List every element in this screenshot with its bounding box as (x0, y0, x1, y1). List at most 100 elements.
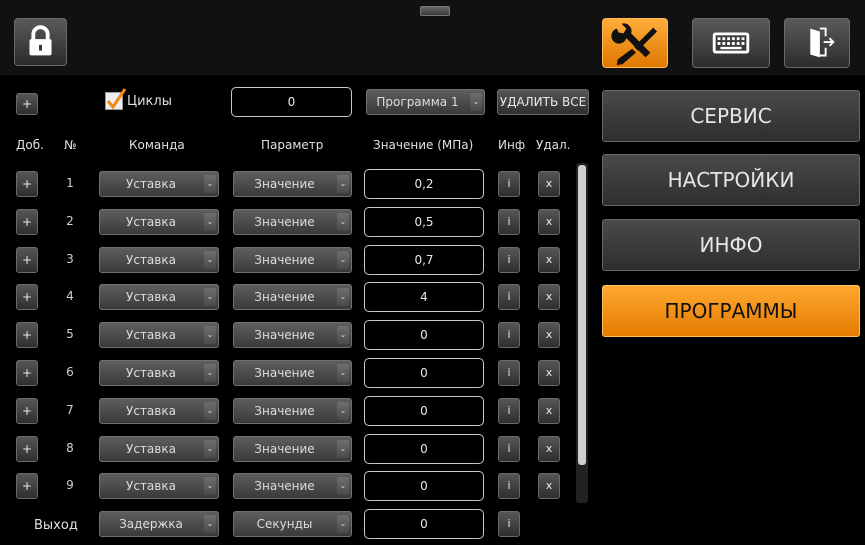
row-command-select[interactable]: Уставка ⌄ (99, 284, 219, 310)
row-param-select[interactable]: Значение ⌄ (233, 398, 352, 424)
menu-programs[interactable]: ПРОГРАММЫ (602, 285, 860, 337)
row-add-button[interactable]: + (16, 209, 38, 235)
row-delete-button[interactable]: x (538, 360, 560, 386)
row-add-button[interactable]: + (16, 322, 38, 348)
chevron-down-icon: ⌄ (337, 402, 349, 420)
row-value-input[interactable]: 0 (364, 434, 484, 464)
program-select[interactable]: Программа 1 ⌄ (366, 89, 485, 115)
row-delete-button[interactable]: x (538, 284, 560, 310)
row-command-select[interactable]: Уставка ⌄ (99, 398, 219, 424)
exit-value-input[interactable]: 0 (364, 509, 484, 539)
delete-all-button[interactable]: УДАЛИТЬ ВСЕ (497, 89, 589, 115)
lock-button[interactable] (14, 18, 67, 66)
chevron-down-icon: ⌄ (204, 213, 216, 231)
menu-info[interactable]: ИНФО (602, 219, 860, 271)
row-value-input[interactable]: 0 (364, 358, 484, 388)
menu-settings[interactable]: НАСТРОЙКИ (602, 154, 860, 206)
header-delete: Удал. (536, 138, 571, 152)
row-command-select[interactable]: Уставка ⌄ (99, 436, 219, 462)
row-value-input[interactable]: 0 (364, 396, 484, 426)
cycles-input[interactable]: 0 (231, 87, 352, 117)
row-info-button[interactable]: i (498, 398, 520, 424)
row-command-select[interactable]: Уставка ⌄ (99, 473, 219, 499)
cycles-label: Циклы (127, 94, 172, 109)
keyboard-button[interactable] (692, 18, 770, 68)
row-info-button[interactable]: i (498, 473, 520, 499)
row-delete-button[interactable]: x (538, 473, 560, 499)
row-command-select[interactable]: Уставка ⌄ (99, 322, 219, 348)
cycles-checkbox[interactable] (105, 88, 127, 110)
chevron-down-icon: ⌄ (204, 477, 216, 495)
chevron-down-icon: ⌄ (204, 402, 216, 420)
row-command-label: Уставка (126, 404, 176, 418)
row-value-input[interactable]: 0 (364, 320, 484, 350)
chevron-down-icon: ⌄ (337, 288, 349, 306)
row-delete-button[interactable]: x (538, 322, 560, 348)
chevron-down-icon: ⌄ (337, 477, 349, 495)
menu-service[interactable]: СЕРВИС (602, 90, 860, 142)
chevron-down-icon: ⌄ (204, 326, 216, 344)
row-param-label: Значение (254, 479, 315, 493)
header-number: № (64, 138, 77, 152)
exit-command-label: Задержка (119, 517, 183, 531)
row-param-select[interactable]: Значение ⌄ (233, 322, 352, 348)
chevron-down-icon: ⌄ (337, 440, 349, 458)
chevron-down-icon: ⌄ (337, 326, 349, 344)
row-add-button[interactable]: + (16, 247, 38, 273)
chevron-down-icon: ⌄ (337, 251, 349, 269)
row-delete-button[interactable]: x (538, 247, 560, 273)
row-info-button[interactable]: i (498, 436, 520, 462)
row-value-input[interactable]: 0 (364, 471, 484, 501)
scrollbar-thumb[interactable] (578, 165, 586, 465)
row-value-input[interactable]: 0,2 (364, 169, 484, 199)
row-param-label: Значение (254, 366, 315, 380)
row-command-select[interactable]: Уставка ⌄ (99, 209, 219, 235)
row-param-select[interactable]: Значение ⌄ (233, 247, 352, 273)
row-delete-button[interactable]: x (538, 209, 560, 235)
header-command: Команда (129, 138, 185, 152)
chevron-down-icon: ⌄ (204, 515, 216, 533)
row-info-button[interactable]: i (498, 209, 520, 235)
program-select-label: Программа 1 (376, 95, 459, 109)
row-info-button[interactable]: i (498, 247, 520, 273)
row-number: 7 (66, 403, 74, 417)
drag-handle[interactable] (420, 6, 450, 16)
row-command-select[interactable]: Уставка ⌄ (99, 360, 219, 386)
exit-param-select[interactable]: Секунды ⌄ (233, 511, 352, 537)
row-add-button[interactable]: + (16, 284, 38, 310)
row-info-button[interactable]: i (498, 284, 520, 310)
tools-button[interactable] (602, 18, 668, 68)
row-add-button[interactable]: + (16, 473, 38, 499)
exit-row-label: Выход (34, 518, 78, 533)
row-value-input[interactable]: 0,7 (364, 245, 484, 275)
row-number: 9 (66, 478, 74, 492)
row-param-label: Значение (254, 215, 315, 229)
exit-info-button[interactable]: i (498, 511, 520, 537)
chevron-down-icon: ⌄ (204, 364, 216, 382)
row-delete-button[interactable]: x (538, 436, 560, 462)
row-add-button[interactable]: + (16, 436, 38, 462)
exit-command-select[interactable]: Задержка ⌄ (99, 511, 219, 537)
row-param-select[interactable]: Значение ⌄ (233, 436, 352, 462)
row-delete-button[interactable]: x (538, 171, 560, 197)
add-top-button[interactable]: + (16, 93, 38, 115)
row-value-input[interactable]: 4 (364, 282, 484, 312)
row-number: 2 (66, 214, 74, 228)
row-delete-button[interactable]: x (538, 398, 560, 424)
row-param-select[interactable]: Значение ⌄ (233, 209, 352, 235)
exit-button[interactable] (784, 18, 850, 68)
row-add-button[interactable]: + (16, 171, 38, 197)
row-param-select[interactable]: Значение ⌄ (233, 473, 352, 499)
row-info-button[interactable]: i (498, 322, 520, 348)
row-add-button[interactable]: + (16, 398, 38, 424)
row-value-input[interactable]: 0,5 (364, 207, 484, 237)
row-param-select[interactable]: Значение ⌄ (233, 360, 352, 386)
row-command-select[interactable]: Уставка ⌄ (99, 171, 219, 197)
row-param-select[interactable]: Значение ⌄ (233, 171, 352, 197)
row-add-button[interactable]: + (16, 360, 38, 386)
row-param-select[interactable]: Значение ⌄ (233, 284, 352, 310)
row-info-button[interactable]: i (498, 171, 520, 197)
row-command-select[interactable]: Уставка ⌄ (99, 247, 219, 273)
wrench-screwdriver-icon (611, 23, 658, 66)
row-info-button[interactable]: i (498, 360, 520, 386)
